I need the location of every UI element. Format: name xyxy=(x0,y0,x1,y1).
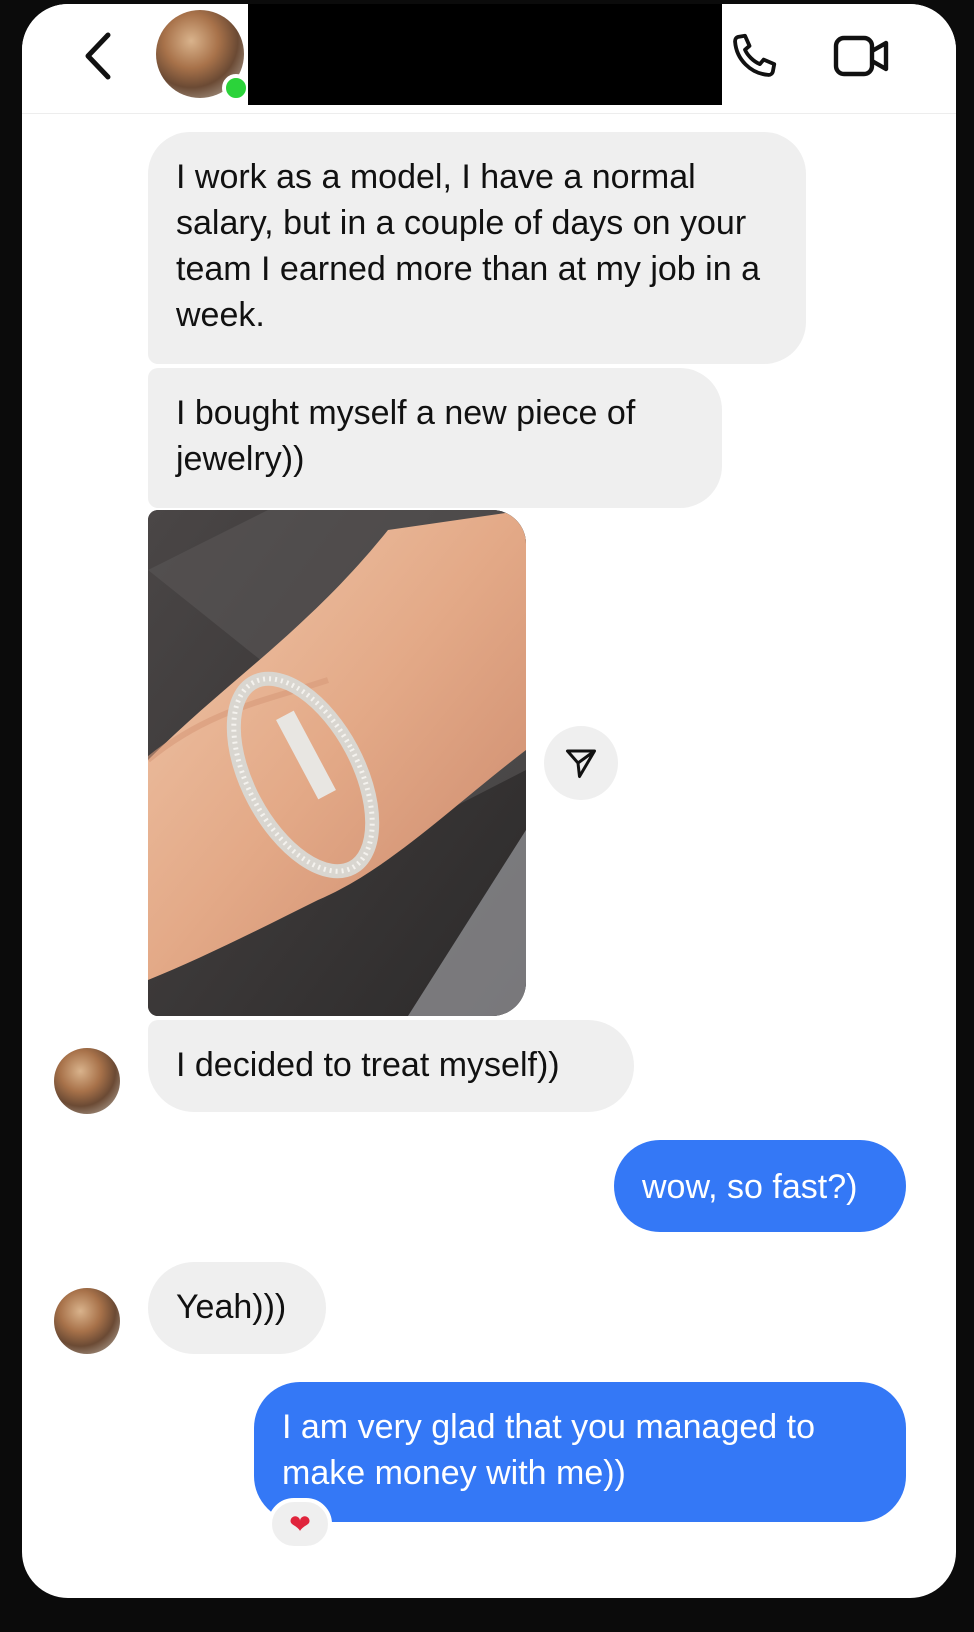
photo-message[interactable] xyxy=(148,510,526,1016)
audio-call-button[interactable] xyxy=(724,26,784,86)
message-bubble-outgoing[interactable]: wow, so fast?) xyxy=(614,1140,906,1232)
phone-icon xyxy=(733,33,777,77)
bracelet-photo xyxy=(148,510,526,1016)
chat-header xyxy=(22,4,956,114)
contact-avatar[interactable] xyxy=(156,10,250,102)
video-call-button[interactable] xyxy=(830,26,894,86)
send-icon xyxy=(566,749,596,778)
sender-avatar[interactable] xyxy=(54,1288,120,1354)
share-photo-button[interactable] xyxy=(544,726,618,800)
online-status-dot xyxy=(222,74,250,102)
chat-screen: I work as a model, I have a normal salar… xyxy=(22,4,956,1598)
sender-avatar[interactable] xyxy=(54,1048,120,1114)
message-bubble-incoming[interactable]: I bought myself a new piece of jewelry)) xyxy=(148,368,722,508)
message-bubble-outgoing[interactable]: I am very glad that you managed to make … xyxy=(254,1382,906,1522)
video-camera-icon xyxy=(833,35,889,77)
message-bubble-incoming[interactable]: Yeah))) xyxy=(148,1262,326,1354)
back-button[interactable] xyxy=(72,26,122,86)
redacted-contact-name xyxy=(248,4,722,105)
chevron-left-icon xyxy=(85,32,111,80)
message-bubble-incoming[interactable]: I decided to treat myself)) xyxy=(148,1020,634,1112)
message-bubble-incoming[interactable]: I work as a model, I have a normal salar… xyxy=(148,132,806,364)
heart-reaction[interactable]: ❤ xyxy=(268,1498,332,1550)
